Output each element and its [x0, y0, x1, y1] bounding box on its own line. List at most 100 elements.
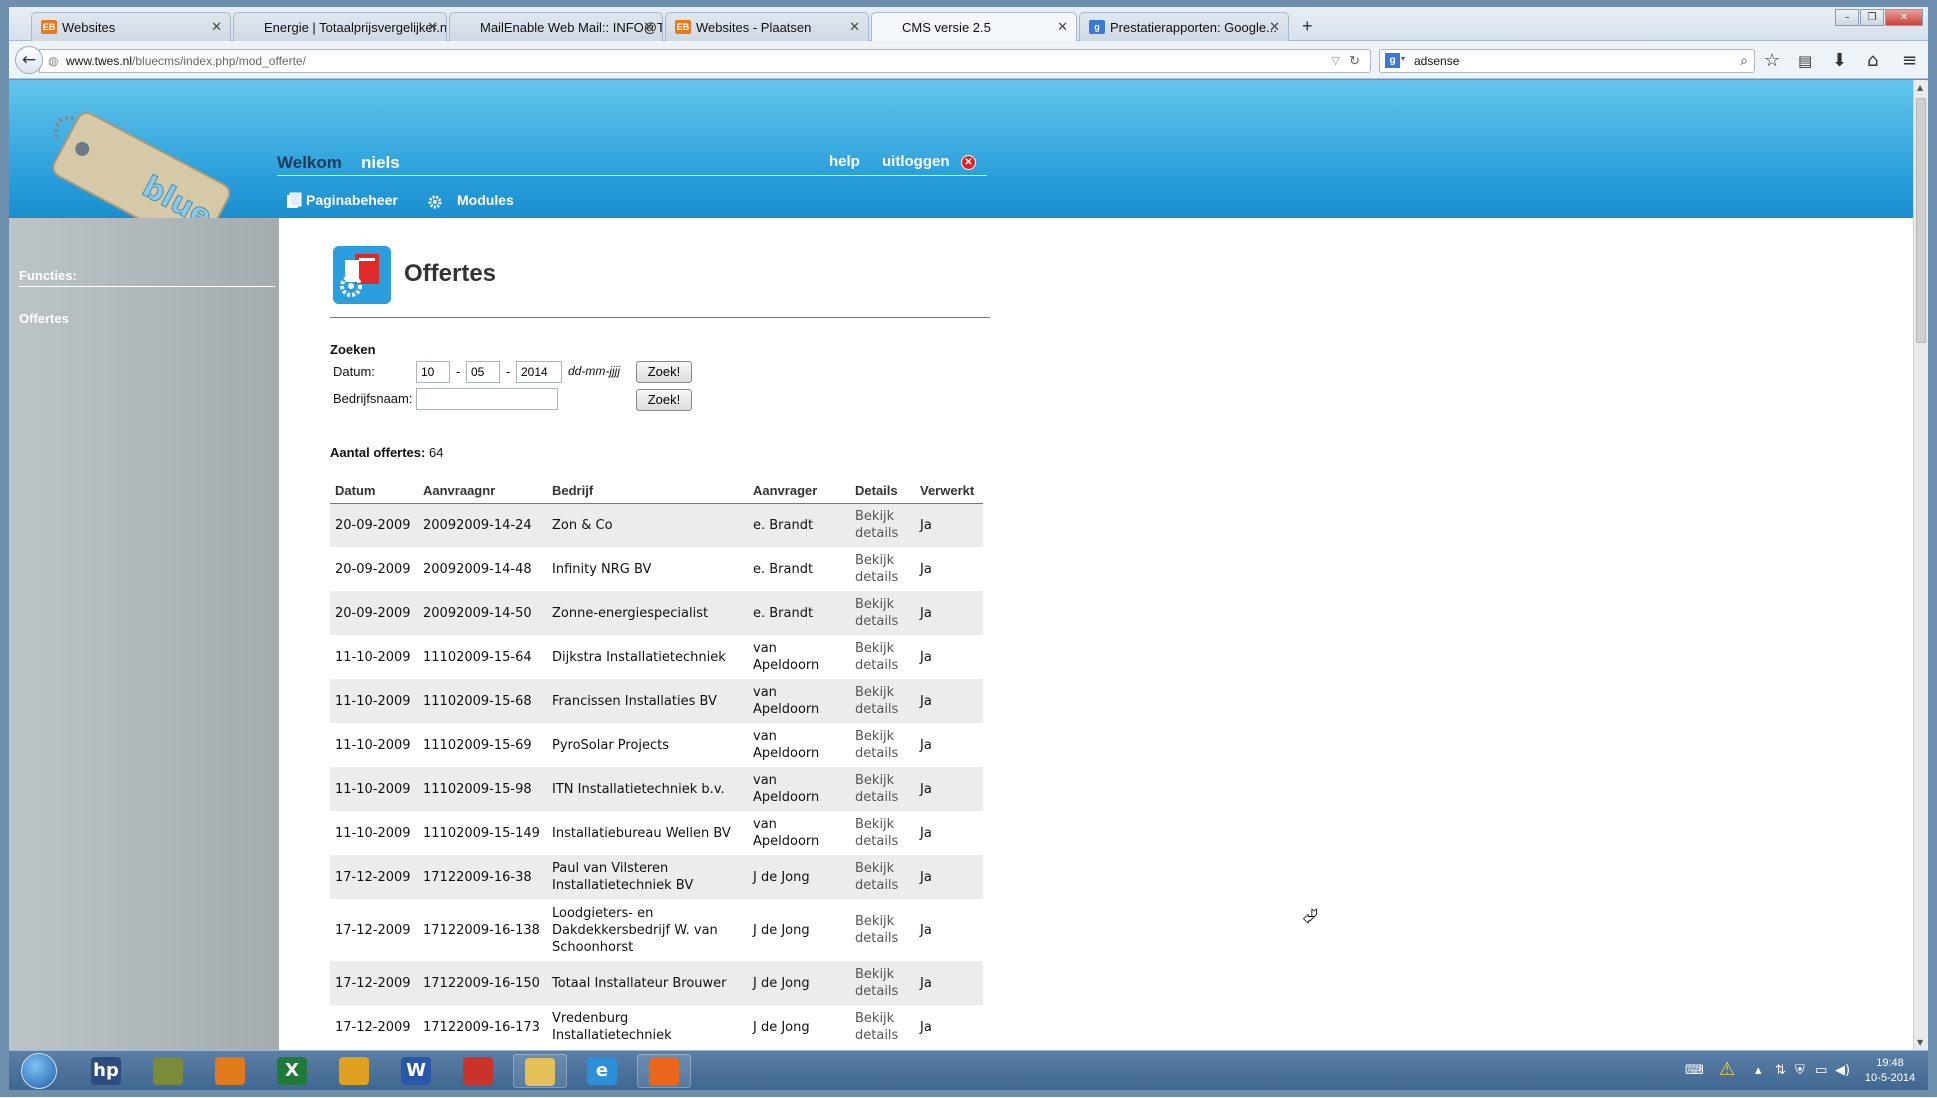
cell-details[interactable]: Bekijk details — [850, 723, 915, 767]
hp-app[interactable]: hp — [79, 1054, 133, 1088]
cell-datum: 17-12-2009 — [330, 961, 418, 1005]
tab-close-icon[interactable]: ✕ — [1057, 19, 1068, 35]
cell-details[interactable]: Bekijk details — [850, 503, 915, 547]
display-icon[interactable]: ▭ — [1815, 1063, 1827, 1078]
search-company-button[interactable]: Zoek! — [636, 389, 692, 411]
column-header[interactable]: Verwerkt — [915, 478, 983, 504]
clock-time: 19:48 — [1876, 1057, 1904, 1069]
scroll-up-icon[interactable]: ▲ — [1917, 83, 1923, 92]
month-input[interactable] — [466, 361, 500, 383]
cell-bedrijf: Francissen Installaties BV — [547, 679, 748, 723]
menu-icon[interactable]: ≡ — [1902, 50, 1917, 71]
home-icon[interactable]: ⌂ — [1867, 50, 1878, 71]
explorer-icon — [525, 1058, 555, 1086]
explorer-app[interactable] — [513, 1054, 567, 1088]
cell-details[interactable]: Bekijk details — [850, 767, 915, 811]
tab-close-icon[interactable]: ✕ — [427, 19, 438, 35]
network-icon[interactable]: ⇅ — [1775, 1063, 1786, 1078]
media-player-app[interactable] — [203, 1054, 257, 1088]
close-window-button[interactable]: ✕ — [1885, 9, 1923, 26]
chevron-down-icon[interactable]: ▾ — [1401, 54, 1405, 63]
acrobat-app[interactable] — [451, 1054, 505, 1088]
offertes-module-icon — [333, 246, 391, 304]
firefox-app[interactable] — [637, 1054, 691, 1088]
search-heading: Zoeken — [330, 342, 376, 357]
nav-paginabeheer[interactable]: Paginabeheer — [306, 192, 398, 208]
system-clock[interactable]: 19:48 10-5-2014 — [1857, 1056, 1923, 1086]
nav-modules[interactable]: Modules — [457, 192, 514, 208]
cell-details[interactable]: Bekijk details — [850, 591, 915, 635]
cell-datum: 20-09-2009 — [330, 591, 418, 635]
browser-tab[interactable]: EB Websites ✕ — [31, 12, 231, 41]
column-header[interactable]: Datum — [330, 478, 418, 504]
internet-explorer-icon: e — [587, 1057, 617, 1085]
tray-expand-icon[interactable]: ▴ — [1755, 1063, 1762, 1078]
outlook-app[interactable] — [327, 1054, 381, 1088]
cell-details[interactable]: Bekijk details — [850, 961, 915, 1005]
tab-favicon-icon: g — [1089, 20, 1105, 34]
volume-icon[interactable]: ◀) — [1835, 1063, 1850, 1078]
back-button[interactable]: ← — [15, 46, 43, 74]
bookmarks-list-icon[interactable]: ▤ — [1798, 52, 1812, 70]
bookmark-star-icon[interactable]: ☆ — [1764, 50, 1780, 71]
year-input[interactable] — [516, 361, 562, 383]
start-button[interactable] — [21, 1053, 57, 1089]
day-input[interactable] — [416, 361, 450, 383]
keyboard-icon[interactable]: ⌨ — [1685, 1063, 1704, 1078]
vertical-scrollbar[interactable]: ▲ ▼ — [1913, 80, 1928, 1050]
cell-details[interactable]: Bekijk details — [850, 811, 915, 855]
search-date-button[interactable]: Zoek! — [636, 361, 692, 383]
tab-close-icon[interactable]: ✕ — [1269, 19, 1280, 35]
browser-tab[interactable]: MailEnable Web Mail:: INFO@T... ✕ — [449, 12, 663, 41]
reload-icon[interactable]: ↻ — [1349, 53, 1360, 69]
tab-close-icon[interactable]: ✕ — [211, 19, 222, 35]
cell-details[interactable]: Bekijk details — [850, 635, 915, 679]
help-link[interactable]: help — [829, 153, 860, 170]
cell-details[interactable]: Bekijk details — [850, 679, 915, 723]
company-input[interactable] — [416, 388, 558, 410]
search-input[interactable]: g ▾ adsense ⌕ — [1379, 49, 1755, 73]
cell-details[interactable]: Bekijk details — [850, 547, 915, 591]
browser-tab[interactable]: g Prestatierapporten: Google... ✕ — [1079, 12, 1289, 41]
browser-tab[interactable]: CMS versie 2.5 ✕ — [871, 12, 1077, 42]
cell-details[interactable]: Bekijk details — [850, 1005, 915, 1049]
scroll-down-icon[interactable]: ▼ — [1917, 1038, 1923, 1047]
cell-bedrijf: Loodgieters- en Dakdekkersbedrijf W. van… — [552, 905, 718, 955]
sidebar-item-offertes[interactable]: Offertes — [19, 311, 69, 326]
cell-aanvrager: e. Brandt — [748, 503, 850, 547]
download-icon[interactable]: ⬇ — [1832, 50, 1847, 71]
cell-details[interactable]: Bekijk details — [850, 899, 915, 961]
new-tab-button[interactable]: + — [1302, 16, 1313, 37]
scrollbar-thumb[interactable] — [1916, 98, 1926, 343]
internet-explorer-app[interactable]: e — [575, 1054, 629, 1088]
company-label: Bedrijfsnaam: — [333, 391, 413, 406]
tab-close-icon[interactable]: ✕ — [849, 19, 860, 35]
excel-app[interactable]: X — [265, 1054, 319, 1088]
browser-tab[interactable]: EB Websites - Plaatsen ✕ — [665, 12, 869, 41]
maximize-button[interactable]: ❐ — [1860, 9, 1884, 26]
sidebar-heading: Functies: — [19, 268, 275, 287]
tab-favicon-icon — [243, 20, 259, 34]
sidebar: Functies: Offertes — [9, 218, 279, 1050]
word-app[interactable]: W — [389, 1054, 443, 1088]
dropdown-arrow-icon[interactable]: ▽ — [1332, 54, 1340, 67]
security-icon[interactable]: ⛨ — [1795, 1063, 1805, 1078]
excel-icon: X — [277, 1057, 307, 1085]
tab-close-icon[interactable]: ✕ — [643, 19, 654, 35]
url-bar[interactable]: ◍ www.twes.nl/bluecms/index.php/mod_offe… — [39, 49, 1371, 73]
close-icon[interactable]: ✕ — [961, 155, 976, 170]
browser-tab[interactable]: Energie | Totaalprijsvergelijker.nl ✕ — [233, 12, 447, 41]
column-header[interactable]: Aanvrager — [748, 478, 850, 504]
scanner-app[interactable] — [141, 1054, 195, 1088]
logout-link[interactable]: uitloggen — [882, 153, 950, 170]
table-row: 17-12-2009 17122009-16-138 Loodgieters- en… — [330, 899, 983, 961]
search-icon[interactable]: ⌕ — [1740, 52, 1748, 69]
cell-verwerkt: Ja — [915, 855, 983, 899]
action-center-icon[interactable]: ⚠ — [1719, 1059, 1735, 1080]
column-header[interactable]: Details — [850, 478, 915, 504]
column-header[interactable]: Aanvraagnr — [418, 478, 547, 504]
cell-datum: 17-12-2009 — [335, 922, 411, 938]
column-header[interactable]: Bedrijf — [547, 478, 748, 504]
minimize-button[interactable]: – — [1835, 9, 1859, 26]
cell-details[interactable]: Bekijk details — [850, 855, 915, 899]
